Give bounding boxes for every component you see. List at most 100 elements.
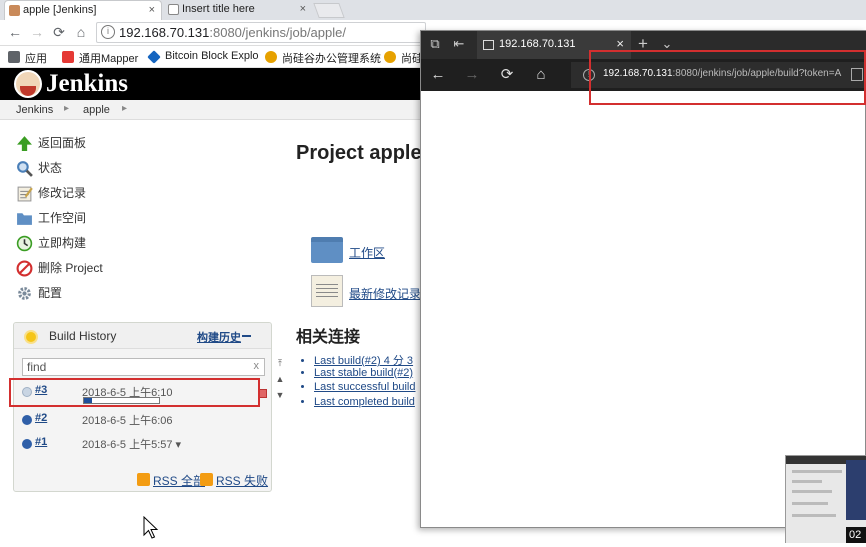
breadcrumb-apple[interactable]: apple — [83, 104, 110, 116]
back-arrow-icon[interactable]: ← — [6, 23, 24, 41]
gear-icon — [18, 287, 31, 300]
bookmark-bitcoin[interactable]: Bitcoin Block Explo — [147, 50, 259, 64]
reload-icon[interactable]: ⟳ — [50, 23, 68, 41]
build-history-panel: Build History 构建历史 x #3 2018-6-5 上午6:10 … — [13, 322, 272, 492]
bookmark-atguigu-2[interactable]: 尚硅 — [384, 50, 423, 66]
no-entry-icon — [16, 260, 33, 277]
address-bar[interactable]: i 192.168.70.131:8080/jenkins/job/apple/ — [96, 22, 426, 43]
restore-tabs-icon[interactable]: ⇤ — [452, 37, 466, 51]
mapper-logo-icon — [62, 51, 74, 63]
build-clock-icon — [16, 235, 33, 252]
build-history-title: Build History — [49, 329, 117, 343]
tab-set-aside-icon[interactable]: ⧉ — [428, 37, 442, 51]
jenkins-butler-logo[interactable] — [14, 70, 42, 98]
refresh-icon[interactable]: ⟳ — [499, 67, 515, 83]
jenkins-favicon-icon — [9, 5, 20, 16]
home-icon[interactable]: ⌂ — [533, 67, 549, 83]
rss-failed-link[interactable]: RSS 失败 — [200, 472, 268, 489]
thumbnail-line — [792, 470, 842, 473]
scroll-down-icon[interactable]: ▼ — [275, 390, 285, 400]
rss-all-link[interactable]: RSS 全部 — [137, 472, 205, 489]
mouse-cursor-icon — [143, 516, 159, 539]
apps-grid-icon — [8, 51, 20, 63]
breadcrumb-chevron-icon[interactable]: ▸ — [122, 103, 127, 114]
workspace-folder-icon[interactable] — [311, 237, 343, 263]
tab-apple-jenkins[interactable]: apple [Jenkins] × — [4, 0, 162, 20]
highlight-box — [9, 378, 260, 407]
folder-icon — [17, 213, 32, 225]
info-icon[interactable]: i — [101, 25, 115, 39]
close-icon[interactable]: × — [616, 36, 624, 51]
breadcrumb-jenkins[interactable]: Jenkins — [16, 104, 53, 116]
clear-find-icon[interactable]: x — [254, 360, 260, 372]
highlight-box — [589, 50, 866, 105]
recent-changes-link[interactable]: 最新修改记录 — [349, 285, 421, 302]
list-item[interactable]: Last stable build(#2) — [314, 367, 416, 382]
task-workspace[interactable]: 工作空间 — [16, 209, 86, 229]
back-arrow-icon[interactable]: ← — [430, 67, 446, 83]
task-configure[interactable]: 配置 — [16, 284, 62, 304]
changes-notepad-icon[interactable] — [311, 275, 343, 307]
build-find-input[interactable] — [23, 359, 243, 375]
build-find-field[interactable]: x — [22, 358, 265, 376]
task-back-to-dashboard[interactable]: 返回面板 — [16, 134, 86, 154]
forward-arrow-icon[interactable]: → — [28, 23, 46, 41]
jenkins-title[interactable]: Jenkins — [46, 70, 128, 98]
workspace-link[interactable]: 工作区 — [349, 244, 385, 261]
build-trend-link[interactable]: 构建历史 — [197, 329, 241, 345]
notepad-icon — [17, 186, 33, 202]
bookmark-atguigu[interactable]: 尚硅谷办公管理系统 — [265, 50, 381, 66]
build-status-ball-icon — [22, 439, 32, 449]
thumbnail-line — [792, 514, 836, 517]
tab-preview-chevron-icon[interactable]: ⌄ — [660, 37, 674, 51]
related-links-heading: 相关连接 — [296, 329, 361, 346]
forward-arrow-icon[interactable]: → — [464, 67, 480, 83]
scroll-top-icon[interactable]: ⤒ — [275, 358, 285, 368]
list-item[interactable]: Last build(#2) 4 分 3 — [314, 352, 416, 367]
list-item[interactable]: Last completed build — [314, 396, 416, 411]
related-links-list: Last build(#2) 4 分 3 Last stable build(#… — [314, 352, 416, 410]
address-url: 192.168.70.131:8080/jenkins/job/apple/ — [119, 25, 346, 40]
tab-close-icon[interactable]: × — [300, 0, 306, 19]
up-arrow-icon — [17, 136, 32, 151]
new-tab-button[interactable] — [313, 3, 345, 18]
page-favicon-icon — [168, 4, 179, 15]
tab-insert-title[interactable]: Insert title here × — [164, 0, 312, 20]
build-number-link[interactable]: #1 — [35, 436, 47, 448]
task-delete-project[interactable]: 删除 Project — [16, 259, 103, 279]
bookmark-mapper[interactable]: 通用Mapper — [62, 50, 138, 66]
task-status[interactable]: 状态 — [16, 159, 62, 179]
home-icon[interactable]: ⌂ — [72, 23, 90, 41]
task-changes[interactable]: 修改记录 — [16, 184, 86, 204]
scroll-up-icon[interactable]: ▲ — [275, 374, 285, 384]
thumbnail-panel — [846, 460, 866, 520]
bookmark-apps[interactable]: 应用 — [8, 50, 47, 66]
build-row-2: #2 2018-6-5 上午6:06 — [15, 408, 272, 432]
magnifier-icon — [17, 161, 33, 177]
rss-icon — [200, 473, 213, 486]
build-row-1: #1 2018-6-5 上午5:57 ▾ — [15, 432, 272, 456]
collapse-minus-icon[interactable] — [242, 335, 251, 337]
edge-tab-title: 192.168.70.131 — [499, 38, 576, 50]
build-number-link[interactable]: #2 — [35, 412, 47, 424]
list-item[interactable]: Last successful build — [314, 381, 416, 396]
page-title: Project apple — [296, 142, 422, 164]
thumbnail-line — [792, 502, 828, 505]
tab-title: Insert title here — [182, 3, 255, 15]
tab-close-icon[interactable]: × — [149, 1, 155, 20]
build-status-ball-icon — [22, 415, 32, 425]
chrome-tab-strip: apple [Jenkins] × Insert title here × — [0, 0, 866, 20]
bitcoin-diamond-icon — [147, 50, 161, 64]
task-build-now[interactable]: 立即构建 — [16, 234, 86, 254]
video-timestamp: 02 — [846, 527, 866, 543]
build-time: 2018-6-5 上午6:06 — [82, 415, 173, 427]
build-history-header: Build History 构建历史 — [14, 323, 271, 349]
tab-title: apple [Jenkins] — [23, 4, 97, 16]
rss-icon — [137, 473, 150, 486]
atguigu-logo-icon — [265, 51, 277, 63]
new-tab-plus-icon[interactable]: + — [636, 35, 650, 52]
thumbnail-line — [792, 480, 822, 483]
breadcrumb-chevron-icon[interactable]: ▸ — [64, 103, 69, 114]
build-time[interactable]: 2018-6-5 上午5:57 ▾ — [82, 436, 181, 452]
page-icon — [483, 40, 494, 50]
